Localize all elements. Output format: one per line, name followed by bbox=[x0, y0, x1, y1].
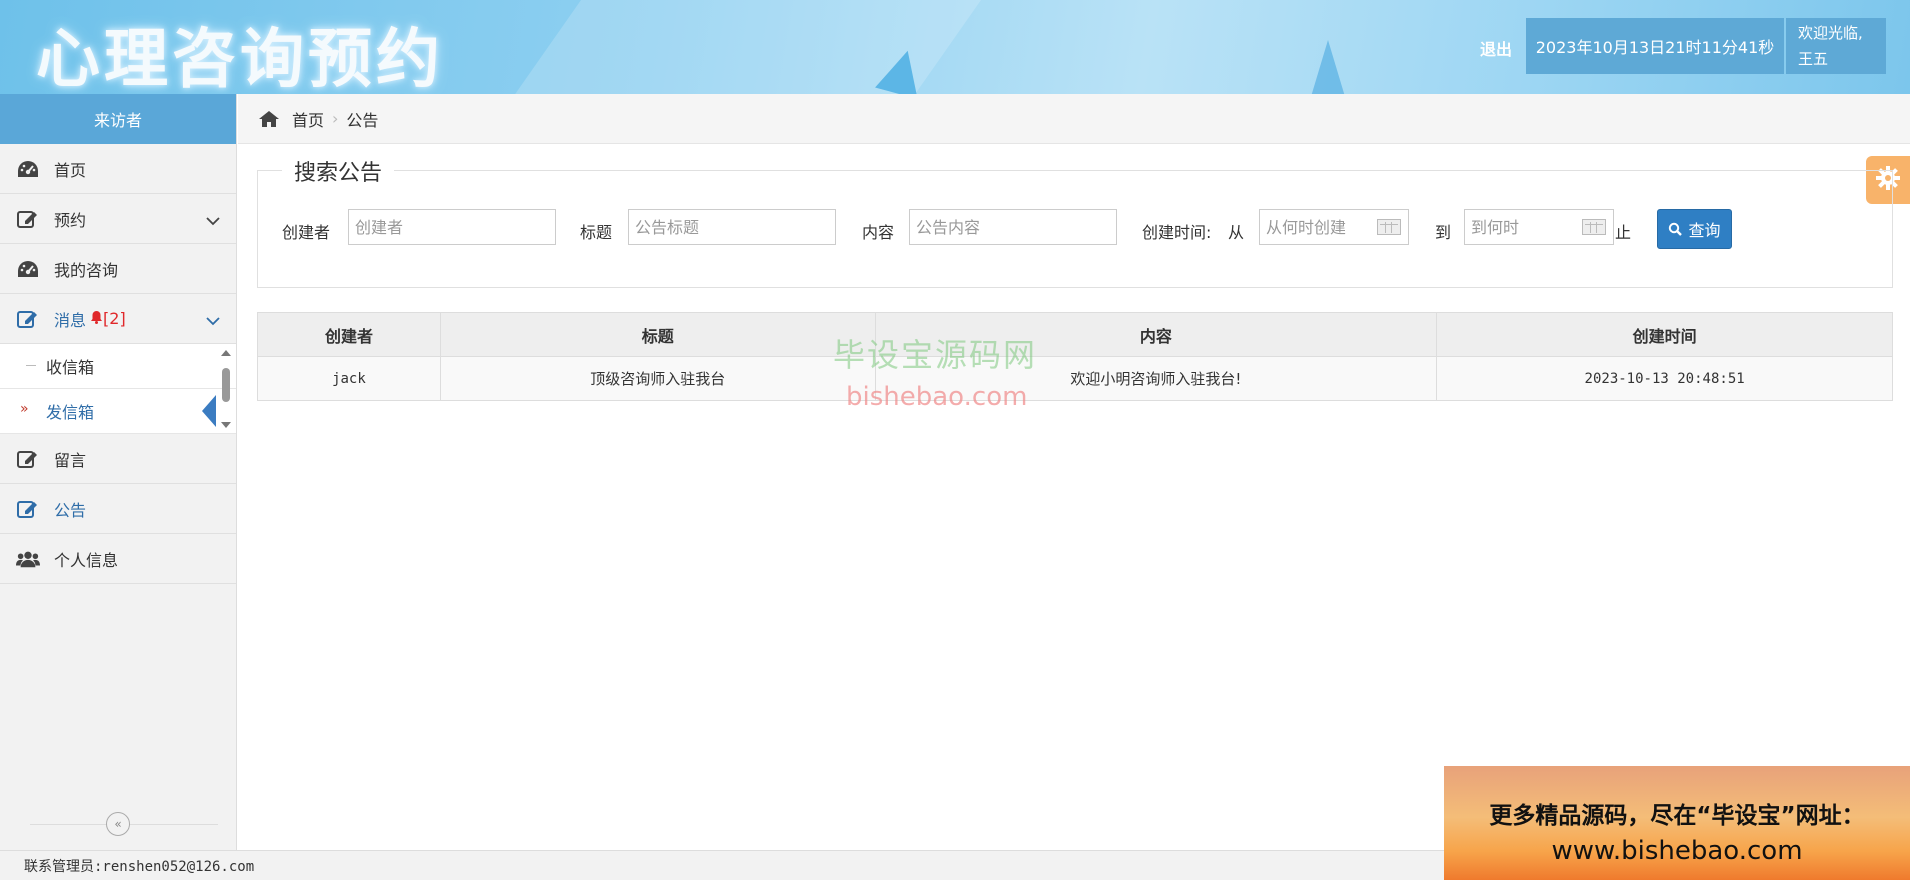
sidebar-item-label: 留言 bbox=[54, 450, 87, 470]
calendar-icon[interactable] bbox=[1582, 219, 1606, 235]
double-chevron-right-icon: » bbox=[20, 401, 29, 417]
breadcrumb-home[interactable]: 首页 bbox=[292, 107, 324, 131]
dashboard-icon bbox=[16, 258, 40, 280]
sidebar-subitem-label: 收信箱 bbox=[46, 358, 95, 377]
sidebar-item-booking[interactable]: 预约 bbox=[0, 194, 236, 244]
sidebar: 来访者 首页 预约 我的咨询 消息 [2] 收信箱 » 发信箱 留言 公告 个人… bbox=[0, 94, 237, 850]
scroll-thumb[interactable] bbox=[222, 368, 230, 402]
breadcrumb: 首页 › 公告 bbox=[238, 94, 1910, 144]
sidebar-subitem-outbox[interactable]: » 发信箱 bbox=[0, 389, 236, 434]
dashboard-icon bbox=[16, 158, 40, 180]
sidebar-item-home[interactable]: 首页 bbox=[0, 144, 236, 194]
content-input[interactable] bbox=[909, 209, 1117, 245]
bell-icon bbox=[90, 309, 103, 328]
sidebar-collapse-button[interactable]: « bbox=[106, 812, 130, 836]
column-header-content[interactable]: 内容 bbox=[874, 312, 1438, 357]
cell-title[interactable]: 顶级咨询师入驻我台 bbox=[439, 356, 876, 401]
breadcrumb-current: 公告 bbox=[346, 110, 379, 130]
submenu-dash bbox=[26, 365, 36, 366]
created-time-label: 创建时间: bbox=[1142, 223, 1212, 242]
messages-submenu: 收信箱 » 发信箱 bbox=[0, 344, 236, 434]
scroll-down-arrow-icon[interactable] bbox=[221, 422, 231, 428]
creator-label: 创建者 bbox=[282, 223, 331, 242]
edit-icon bbox=[16, 448, 40, 470]
sidebar-subitem-label: 发信箱 bbox=[46, 403, 95, 422]
table-row[interactable]: jack 顶级咨询师入驻我台 欢迎小明咨询师入驻我台! 2023-10-13 2… bbox=[257, 356, 1893, 401]
creator-input[interactable] bbox=[348, 209, 556, 245]
users-icon bbox=[16, 548, 40, 570]
search-panel: 搜索公告 创建者 标题 内容 创建时间: 从 到 止 查询 bbox=[257, 155, 1893, 288]
search-icon bbox=[1668, 222, 1683, 236]
until-label: 止 bbox=[1615, 223, 1632, 242]
calendar-icon[interactable] bbox=[1377, 219, 1401, 235]
username: 王五 bbox=[1798, 50, 1829, 68]
message-count-badge: [2] bbox=[103, 309, 126, 328]
sidebar-item-my-consult[interactable]: 我的咨询 bbox=[0, 244, 236, 294]
app-header: 心理咨询预约 退出 2023年10月13日21时11分41秒 欢迎光临, 王五 bbox=[0, 0, 1910, 94]
query-button-label: 查询 bbox=[1688, 221, 1721, 240]
table-header-row: 创建者 标题 内容 创建时间 bbox=[257, 312, 1893, 357]
ad-banner[interactable]: 更多精品源码，尽在“毕设宝”网址： www.bishebao.com bbox=[1444, 766, 1910, 880]
sidebar-item-label: 消息 bbox=[54, 310, 87, 330]
welcome-box: 欢迎光临, 王五 bbox=[1786, 18, 1886, 74]
home-icon[interactable] bbox=[258, 110, 280, 128]
submenu-scrollbar[interactable] bbox=[220, 350, 232, 428]
cell-content: 欢迎小明咨询师入驻我台! bbox=[874, 356, 1438, 401]
column-header-created-time[interactable]: 创建时间 bbox=[1436, 312, 1893, 357]
chevron-down-icon bbox=[206, 211, 220, 230]
current-datetime: 2023年10月13日21时11分41秒 bbox=[1526, 18, 1784, 74]
header-decoration bbox=[1310, 40, 1346, 94]
to-label: 到 bbox=[1435, 223, 1452, 242]
welcome-text: 欢迎光临, bbox=[1798, 24, 1863, 42]
header-decoration bbox=[510, 0, 1010, 94]
scroll-up-arrow-icon[interactable] bbox=[221, 350, 231, 356]
ad-url[interactable]: www.bishebao.com bbox=[1444, 836, 1910, 866]
sidebar-item-leave-message[interactable]: 留言 bbox=[0, 434, 236, 484]
sidebar-item-announcement[interactable]: 公告 bbox=[0, 484, 236, 534]
query-button[interactable]: 查询 bbox=[1657, 209, 1732, 249]
edit-icon bbox=[16, 208, 40, 230]
title-input[interactable] bbox=[628, 209, 836, 245]
sidebar-item-label: 我的咨询 bbox=[54, 260, 119, 280]
announcement-table: 创建者 标题 内容 创建时间 jack 顶级咨询师入驻我台 欢迎小明咨询师入驻我… bbox=[257, 312, 1893, 401]
sidebar-item-label: 首页 bbox=[54, 160, 87, 180]
sidebar-item-label: 预约 bbox=[54, 210, 87, 230]
edit-icon bbox=[16, 498, 40, 520]
sidebar-title: 来访者 bbox=[0, 94, 236, 144]
search-title: 搜索公告 bbox=[282, 155, 395, 187]
ad-line1: 更多精品源码，尽在“毕设宝”网址： bbox=[1489, 803, 1865, 829]
chevron-down-icon bbox=[206, 311, 220, 330]
column-header-creator[interactable]: 创建者 bbox=[257, 312, 441, 357]
sidebar-subitem-inbox[interactable]: 收信箱 bbox=[0, 344, 236, 389]
sidebar-item-label: 公告 bbox=[54, 500, 87, 520]
sidebar-item-label: 个人信息 bbox=[54, 550, 119, 570]
logout-link[interactable]: 退出 bbox=[1480, 36, 1512, 60]
sidebar-item-messages[interactable]: 消息 [2] bbox=[0, 294, 236, 344]
admin-contact: 联系管理员:renshen052@126.com bbox=[24, 858, 255, 875]
cell-created-time: 2023-10-13 20:48:51 bbox=[1436, 356, 1893, 401]
title-label: 标题 bbox=[580, 223, 613, 242]
content-label: 内容 bbox=[862, 223, 895, 242]
breadcrumb-separator: › bbox=[332, 109, 339, 128]
edit-icon bbox=[16, 308, 40, 330]
app-logo: 心理咨询预约 bbox=[36, 23, 444, 94]
sidebar-item-profile[interactable]: 个人信息 bbox=[0, 534, 236, 584]
cell-creator: jack bbox=[257, 356, 441, 401]
column-header-title[interactable]: 标题 bbox=[439, 312, 876, 357]
from-label: 从 bbox=[1228, 223, 1245, 242]
active-pointer bbox=[202, 395, 216, 427]
